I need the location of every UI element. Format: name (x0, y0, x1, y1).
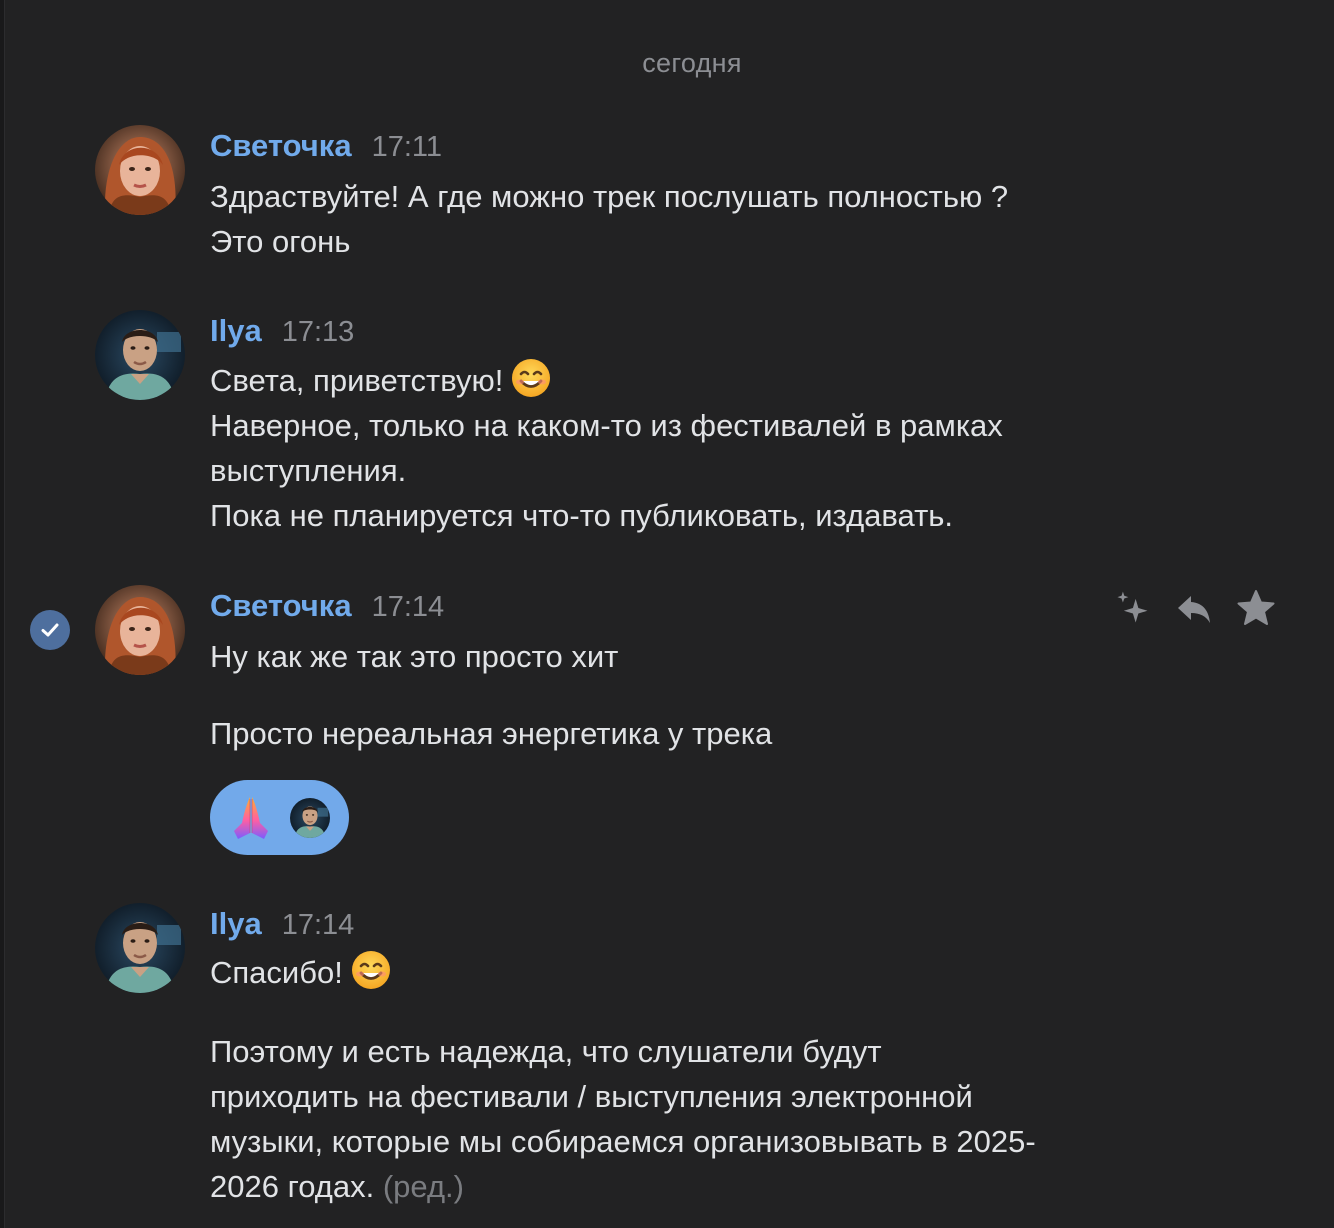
avatar[interactable] (95, 585, 185, 675)
reply-icon[interactable] (1174, 588, 1214, 628)
reaction-badge[interactable] (210, 780, 349, 855)
message-line: Наверное, только на каком-то из фестивал… (210, 408, 1003, 443)
smile-emoji-icon (511, 358, 551, 398)
message-line: музыки, которые мы собираемся организовы… (210, 1124, 1036, 1159)
author-name[interactable]: Светочка (210, 588, 352, 624)
message-actions (1112, 588, 1276, 628)
message-text: Ну как же так это просто хит (210, 634, 1170, 679)
message-text: Света, приветствую! Наверное, только на … (210, 358, 1170, 538)
message-text: Здраствуйте! А где можно трек послушать … (210, 174, 1170, 264)
message-line: Света, приветствую! (210, 363, 504, 398)
window-edge (0, 0, 5, 1228)
message-time: 17:14 (281, 909, 355, 941)
message-time: 17:13 (281, 316, 355, 348)
edited-mark: (ред.) (382, 1169, 464, 1204)
avatar[interactable] (95, 125, 185, 215)
message-time: 17:14 (371, 591, 445, 623)
message-line: Поэтому и есть надежда, что слушатели бу… (210, 1034, 882, 1069)
message-line: Это огонь (210, 224, 351, 259)
date-separator: сегодня (642, 48, 742, 78)
message-line: Пока не планируется что-то публиковать, … (210, 498, 954, 533)
reaction-user-avatar (290, 798, 330, 838)
avatar[interactable] (95, 310, 185, 400)
message-line: выступления. (210, 453, 407, 488)
message-line: Спасибо! (210, 955, 343, 990)
pray-emoji-icon (234, 796, 268, 839)
smile-emoji-icon (351, 950, 391, 990)
message-line: Ну как же так это просто хит (210, 639, 619, 674)
message-time: 17:11 (371, 131, 442, 163)
star-icon[interactable] (1236, 588, 1276, 628)
message-line: 2026 годах. (210, 1169, 375, 1204)
message-line: приходить на фестивали / выступления эле… (210, 1079, 973, 1114)
message-text: Просто нереальная энергетика у трека (210, 711, 1170, 756)
message-text: Спасибо! (210, 950, 1170, 995)
author-name[interactable]: Ilya (210, 906, 262, 942)
sparkle-icon[interactable] (1112, 588, 1152, 628)
message-line: Просто нереальная энергетика у трека (210, 716, 773, 751)
message-line: Здраствуйте! А где можно трек послушать … (210, 179, 1009, 214)
message-text: Поэтому и есть надежда, что слушатели бу… (210, 1029, 1170, 1209)
author-name[interactable]: Ilya (210, 313, 262, 349)
author-name[interactable]: Светочка (210, 128, 352, 164)
message-selected-check-icon[interactable] (30, 610, 70, 650)
avatar[interactable] (95, 903, 185, 993)
